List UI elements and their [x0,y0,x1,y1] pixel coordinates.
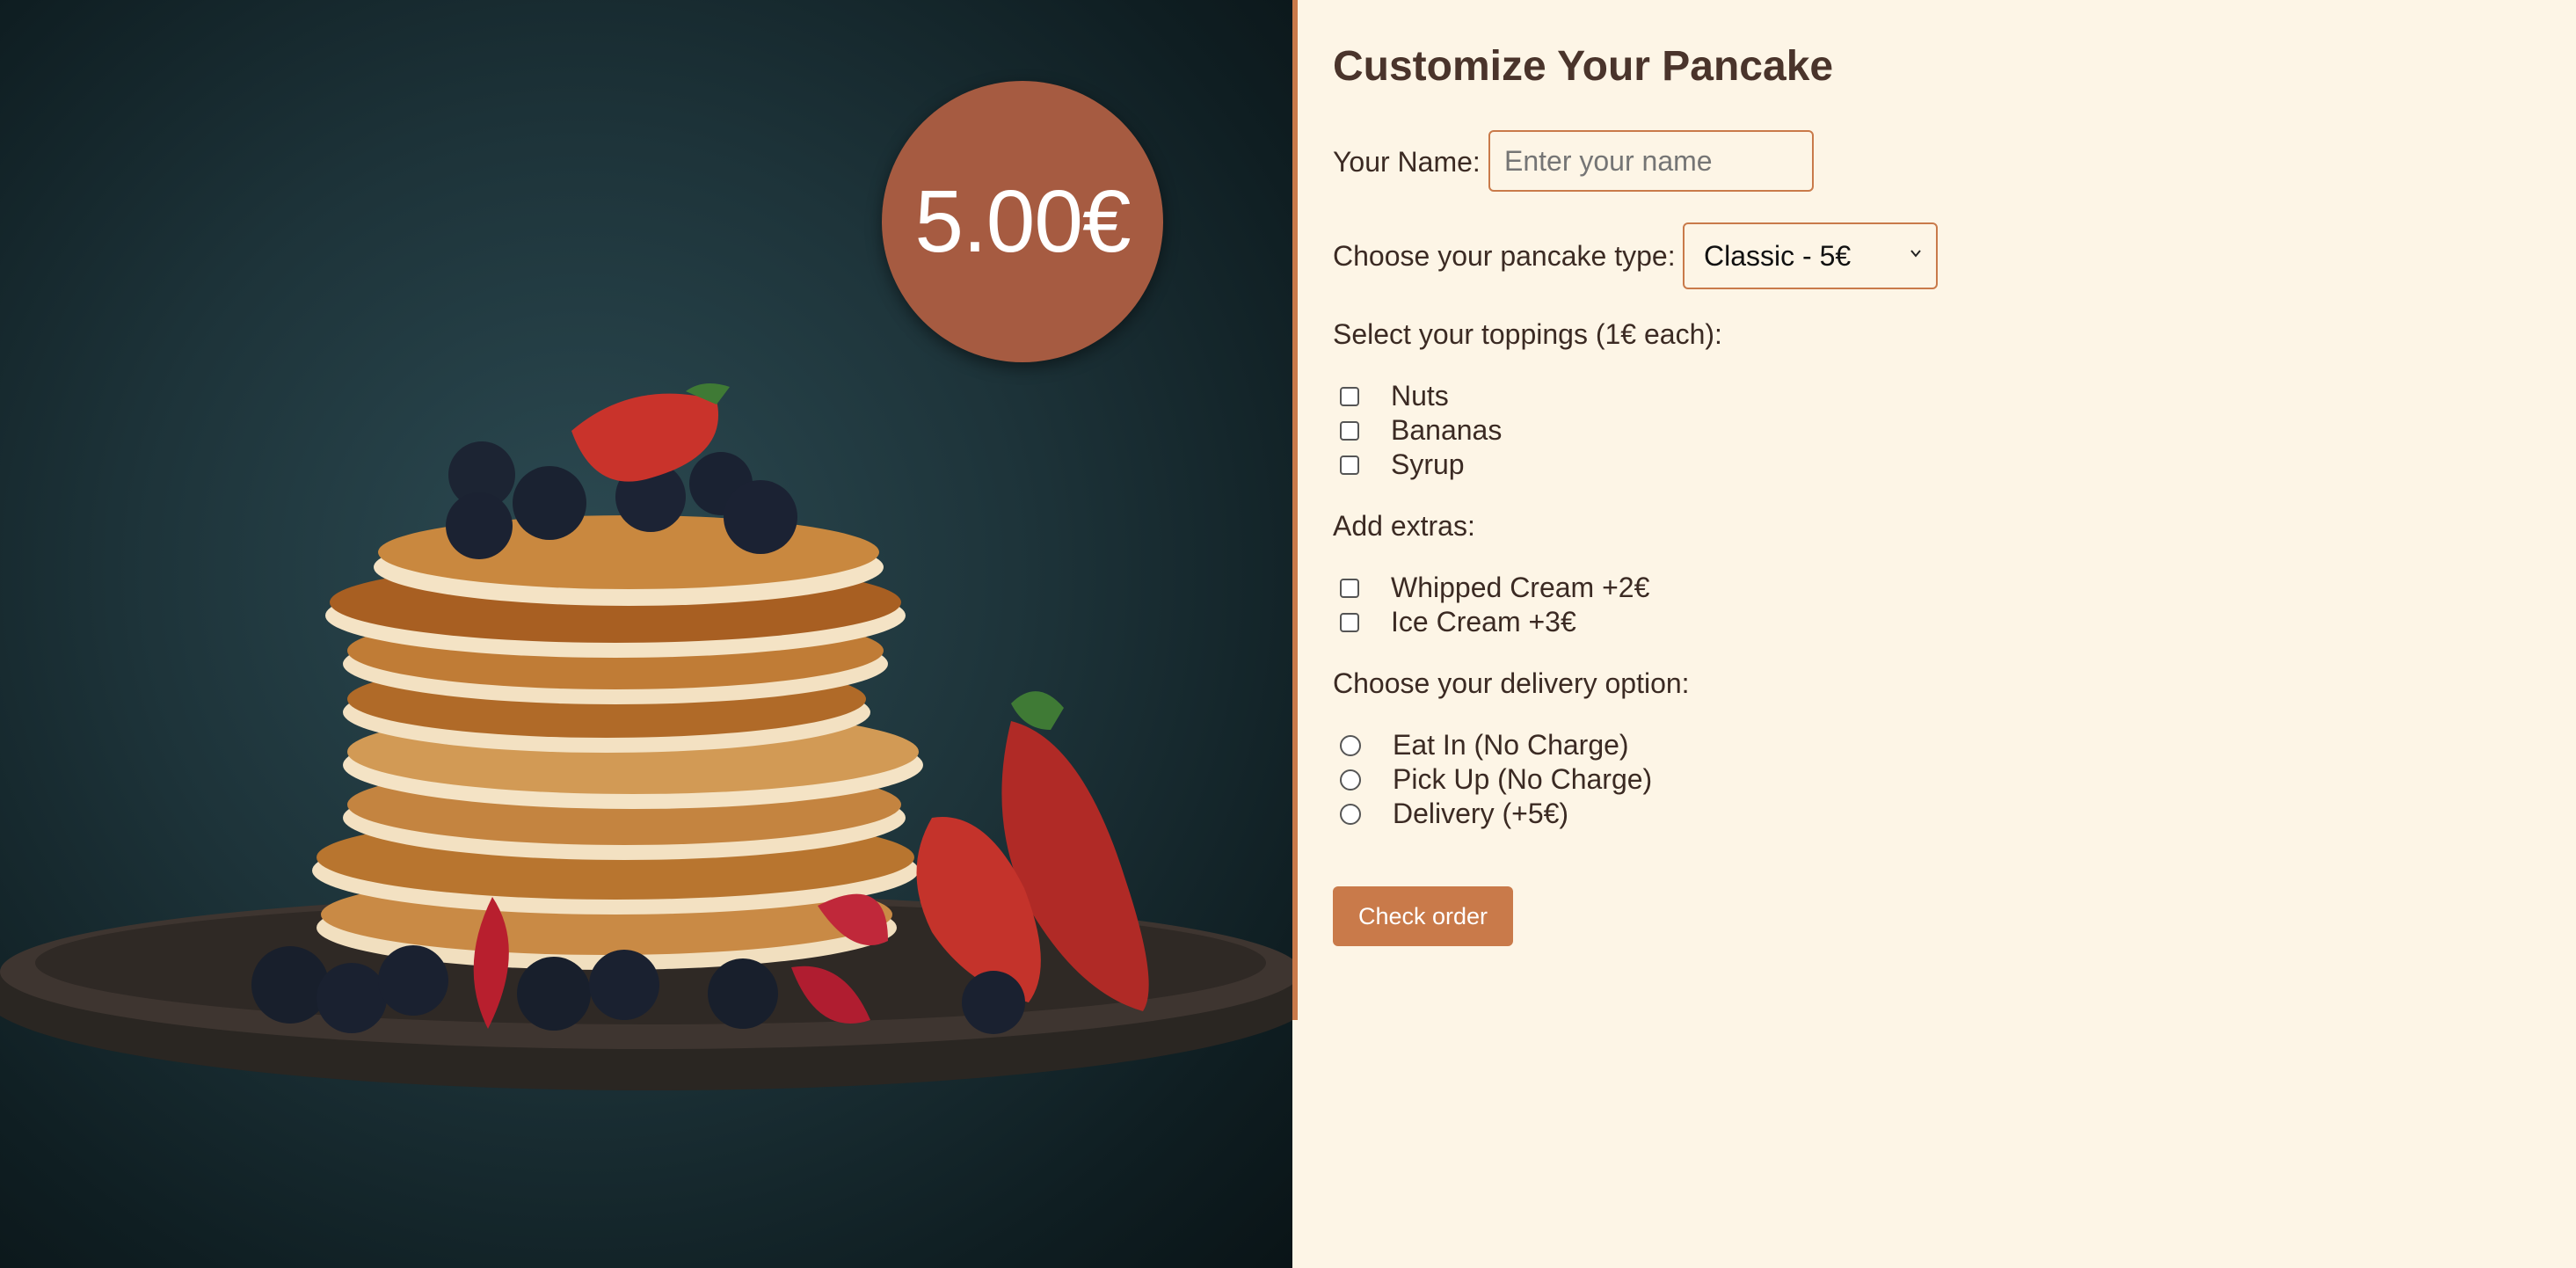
order-form: Customize Your Pancake Your Name: Choose… [1298,0,2576,1268]
delivery-eat-in[interactable]: Eat In (No Charge) [1340,729,1629,762]
extra-whipped-cream[interactable]: Whipped Cream +2€ [1340,572,1649,604]
price-badge: 5.00€ [882,81,1163,362]
topping-label: Bananas [1391,414,1503,446]
topping-label: Syrup [1391,448,1465,480]
delivery-pick-up[interactable]: Pick Up (No Charge) [1340,763,1652,796]
check-order-button[interactable]: Check order [1333,886,1513,946]
topping-syrup[interactable]: Syrup [1340,448,1465,481]
bananas-checkbox[interactable] [1340,420,1359,441]
extras-label: Add extras: [1333,510,1475,542]
pick-up-radio[interactable] [1340,769,1361,791]
chevron-down-icon [1910,250,1921,258]
delivery-option-label: Eat In (No Charge) [1393,729,1629,761]
page: 5.00€ Customize Your Pancake Your Name: … [0,0,2576,1268]
total-price: 5.00€ [914,171,1131,271]
delivery-option-label: Delivery (+5€) [1393,798,1569,829]
delivery-option-label: Pick Up (No Charge) [1393,763,1653,795]
name-input[interactable] [1488,130,1814,192]
toppings-label: Select your toppings (1€ each): [1333,318,1722,350]
name-label: Your Name: [1333,146,1481,178]
form-title: Customize Your Pancake [1333,43,1834,90]
pancake-type-selected: Classic - 5€ [1704,239,1852,272]
nuts-checkbox[interactable] [1340,386,1359,406]
delivery-label: Choose your delivery option: [1333,667,1690,699]
topping-nuts[interactable]: Nuts [1340,380,1449,412]
syrup-checkbox[interactable] [1340,455,1359,475]
whipped-cream-checkbox[interactable] [1340,578,1359,598]
ice-cream-checkbox[interactable] [1340,612,1359,632]
extra-ice-cream[interactable]: Ice Cream +3€ [1340,606,1576,638]
extra-label: Ice Cream +3€ [1391,606,1576,638]
topping-label: Nuts [1391,380,1449,412]
delivery-delivery[interactable]: Delivery (+5€) [1340,798,1568,830]
pancake-photo: 5.00€ [0,0,1292,1268]
pancake-type-select[interactable]: Classic - 5€ [1683,222,1938,289]
topping-bananas[interactable]: Bananas [1340,414,1502,447]
eat-in-radio[interactable] [1340,734,1361,756]
delivery-radio[interactable] [1340,803,1361,825]
pancake-type-label: Choose your pancake type: [1333,240,1676,272]
extra-label: Whipped Cream +2€ [1391,572,1650,603]
